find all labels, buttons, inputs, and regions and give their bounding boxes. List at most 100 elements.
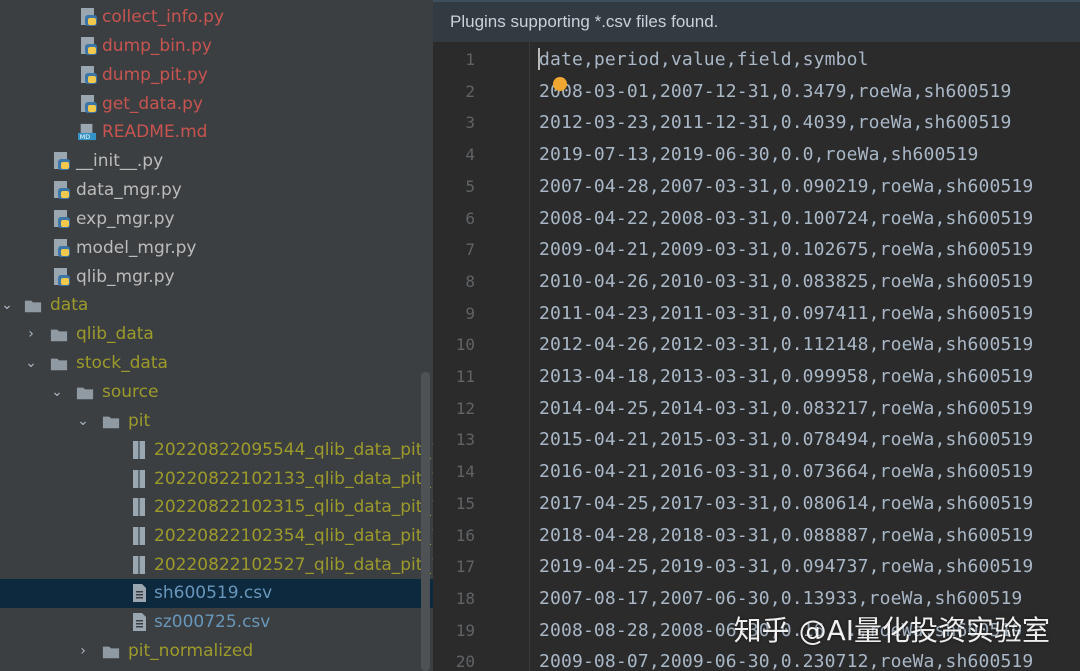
tree-item-dump-bin[interactable]: dump_bin.py [0, 32, 433, 61]
tree-item-readme[interactable]: MD README.md [0, 118, 433, 147]
tree-item-dump-pit[interactable]: dump_pit.py [0, 61, 433, 90]
archive-file-icon [133, 498, 145, 516]
line-text[interactable]: 2009-08-07,2009-06-30,0.230712,roeWa,sh6… [539, 646, 1033, 671]
plugin-notification-banner: Plugins supporting *.csv files found. [433, 0, 1080, 42]
code-line[interactable]: 7 2009-04-21,2009-03-31,0.102675,roeWa,sh… [433, 234, 1080, 266]
line-text[interactable]: 2012-03-23,2011-12-31,0.4039,roeWa,sh600… [539, 107, 1011, 139]
line-text[interactable]: date,period,value,field,symbol [539, 44, 869, 76]
code-line[interactable]: 4 2019-07-13,2019-06-30,0.0,roeWa,sh60051… [433, 139, 1080, 171]
code-line[interactable]: 6 2008-04-22,2008-03-31,0.100724,roeWa,sh… [433, 203, 1080, 235]
tree-folder-pit-normalized[interactable]: › pit_normalized [0, 637, 433, 666]
banner-text: Plugins supporting *.csv files found. [450, 12, 719, 31]
python-file-icon [81, 37, 97, 55]
sidebar-scrollbar[interactable] [421, 372, 430, 671]
tree-item-data-mgr[interactable]: data_mgr.py [0, 176, 433, 205]
code-line[interactable]: 15 2017-04-25,2017-03-31,0.080614,roeWa,s… [433, 488, 1080, 520]
line-number: 13 [455, 430, 475, 450]
code-line[interactable]: 20 2009-08-07,2009-06-30,0.230712,roeWa,s… [433, 646, 1080, 671]
watermark: 知乎 @AI量化投资实验室 [733, 614, 1050, 647]
chevron-right-icon[interactable]: › [76, 644, 90, 658]
python-file-icon [54, 210, 70, 228]
tree-item-label: pit_normalized [128, 641, 254, 661]
line-number: 10 [455, 335, 475, 355]
line-text[interactable]: 2016-04-21,2016-03-31,0.073664,roeWa,sh6… [539, 456, 1033, 488]
line-text[interactable]: 2019-04-25,2019-03-31,0.094737,roeWa,sh6… [539, 551, 1033, 583]
chevron-right-icon[interactable]: › [24, 327, 38, 341]
line-text[interactable]: 2017-04-25,2017-03-31,0.080614,roeWa,sh6… [539, 488, 1033, 520]
line-text[interactable]: 2007-04-28,2007-03-31,0.090219,roeWa,sh6… [539, 171, 1033, 203]
line-text[interactable]: 2018-04-28,2018-03-31,0.088887,roeWa,sh6… [539, 520, 1033, 552]
tree-item-sz000725-csv[interactable]: sz000725.csv [0, 608, 433, 637]
code-line[interactable]: 8 2010-04-26,2010-03-31,0.083825,roeWa,sh… [433, 266, 1080, 298]
tree-item-archive[interactable]: 20220822102315_qlib_data_pit_1 [0, 493, 433, 522]
line-number: 20 [455, 652, 475, 671]
tree-item-exp-mgr[interactable]: exp_mgr.py [0, 205, 433, 234]
tree-item-qlib-mgr[interactable]: qlib_mgr.py [0, 263, 433, 292]
tree-folder-qlib-data[interactable]: › qlib_data [0, 320, 433, 349]
code-line[interactable]: 5 2007-04-28,2007-03-31,0.090219,roeWa,sh… [433, 171, 1080, 203]
chevron-down-icon[interactable]: ⌄ [76, 414, 90, 428]
tree-item-archive[interactable]: 20220822095544_qlib_data_pit_1 [0, 436, 433, 465]
tree-item-label: data_mgr.py [76, 180, 182, 200]
code-line[interactable]: 1 date,period,value,field,symbol [433, 44, 1080, 76]
code-line[interactable]: 14 2016-04-21,2016-03-31,0.073664,roeWa,s… [433, 456, 1080, 488]
tree-item-label: stock_data [76, 353, 168, 373]
tree-item-label: source [102, 382, 159, 402]
tree-folder-source[interactable]: ⌄ source [0, 378, 433, 407]
tree-item-label: exp_mgr.py [76, 209, 175, 229]
code-line[interactable]: 12 2014-04-25,2014-03-31,0.083217,roeWa,s… [433, 393, 1080, 425]
code-line[interactable]: 2 2008-03-01,2007-12-31,0.3479,roeWa,sh60… [433, 76, 1080, 108]
tree-item-label: __init__.py [76, 151, 164, 171]
line-text[interactable]: 2015-04-21,2015-03-31,0.078494,roeWa,sh6… [539, 424, 1033, 456]
tree-folder-stock-data[interactable]: ⌄ stock_data [0, 349, 433, 378]
tree-item-sh600519-csv[interactable]: sh600519.csv [0, 579, 433, 608]
project-tree-panel: collect_info.py dump_bin.py dump_pit.py … [0, 0, 433, 671]
line-text[interactable]: 2008-04-22,2008-03-31,0.100724,roeWa,sh6… [539, 203, 1033, 235]
tree-folder-pit[interactable]: ⌄ pit [0, 407, 433, 436]
code-line[interactable]: 9 2011-04-23,2011-03-31,0.097411,roeWa,sh… [433, 298, 1080, 330]
folder-icon [50, 329, 68, 342]
tree-item-label: sz000725.csv [154, 612, 271, 632]
chevron-down-icon[interactable]: ⌄ [24, 356, 38, 370]
line-text[interactable]: 2012-04-26,2012-03-31,0.112148,roeWa,sh6… [539, 329, 1033, 361]
line-text[interactable]: 2010-04-26,2010-03-31,0.083825,roeWa,sh6… [539, 266, 1033, 298]
tree-item-archive[interactable]: 20220822102354_qlib_data_pit_1 [0, 522, 433, 551]
line-number: 4 [465, 145, 475, 165]
tree-folder-data[interactable]: ⌄ data [0, 291, 433, 320]
folder-icon [24, 300, 42, 313]
intention-bulb-icon[interactable] [553, 77, 567, 91]
python-file-icon [81, 95, 97, 113]
chevron-down-icon[interactable]: ⌄ [50, 385, 64, 399]
code-line[interactable]: 11 2013-04-18,2013-03-31,0.099958,roeWa,s… [433, 361, 1080, 393]
editor-panel: Plugins supporting *.csv files found. 1 d… [433, 0, 1080, 671]
tree-item-archive[interactable]: 20220822102133_qlib_data_pit_1 [0, 465, 433, 494]
python-file-icon [54, 268, 70, 286]
tree-item-label: qlib_data [76, 324, 154, 344]
tree-item-archive[interactable]: 20220822102527_qlib_data_pit_1 [0, 551, 433, 580]
tree-item-label: model_mgr.py [76, 238, 197, 258]
python-file-icon [54, 152, 70, 170]
line-number: 18 [455, 588, 475, 608]
tree-item-get-data[interactable]: get_data.py [0, 90, 433, 119]
tree-item-collect-info[interactable]: collect_info.py [0, 3, 433, 32]
line-text[interactable]: 2013-04-18,2013-03-31,0.099958,roeWa,sh6… [539, 361, 1033, 393]
folder-icon [102, 646, 120, 659]
tree-item-label: README.md [102, 122, 208, 142]
line-text[interactable]: 2019-07-13,2019-06-30,0.0,roeWa,sh600519 [539, 139, 978, 171]
line-text[interactable]: 2009-04-21,2009-03-31,0.102675,roeWa,sh6… [539, 234, 1033, 266]
tree-item-label: 20220822102133_qlib_data_pit_1 [154, 469, 433, 489]
tree-item-init[interactable]: __init__.py [0, 147, 433, 176]
tree-item-model-mgr[interactable]: model_mgr.py [0, 234, 433, 263]
chevron-down-icon[interactable]: ⌄ [0, 298, 14, 312]
code-line[interactable]: 10 2012-04-26,2012-03-31,0.112148,roeWa,s… [433, 329, 1080, 361]
line-text[interactable]: 2008-03-01,2007-12-31,0.3479,roeWa,sh600… [539, 76, 1011, 108]
archive-file-icon [133, 527, 145, 545]
folder-icon [102, 416, 120, 429]
code-line[interactable]: 16 2018-04-28,2018-03-31,0.088887,roeWa,s… [433, 520, 1080, 552]
line-text[interactable]: 2011-04-23,2011-03-31,0.097411,roeWa,sh6… [539, 298, 1033, 330]
code-line[interactable]: 3 2012-03-23,2011-12-31,0.4039,roeWa,sh60… [433, 107, 1080, 139]
code-line[interactable]: 17 2019-04-25,2019-03-31,0.094737,roeWa,s… [433, 551, 1080, 583]
line-text[interactable]: 2014-04-25,2014-03-31,0.083217,roeWa,sh6… [539, 393, 1033, 425]
code-line[interactable]: 13 2015-04-21,2015-03-31,0.078494,roeWa,s… [433, 424, 1080, 456]
tree-item-label: collect_info.py [102, 7, 225, 27]
